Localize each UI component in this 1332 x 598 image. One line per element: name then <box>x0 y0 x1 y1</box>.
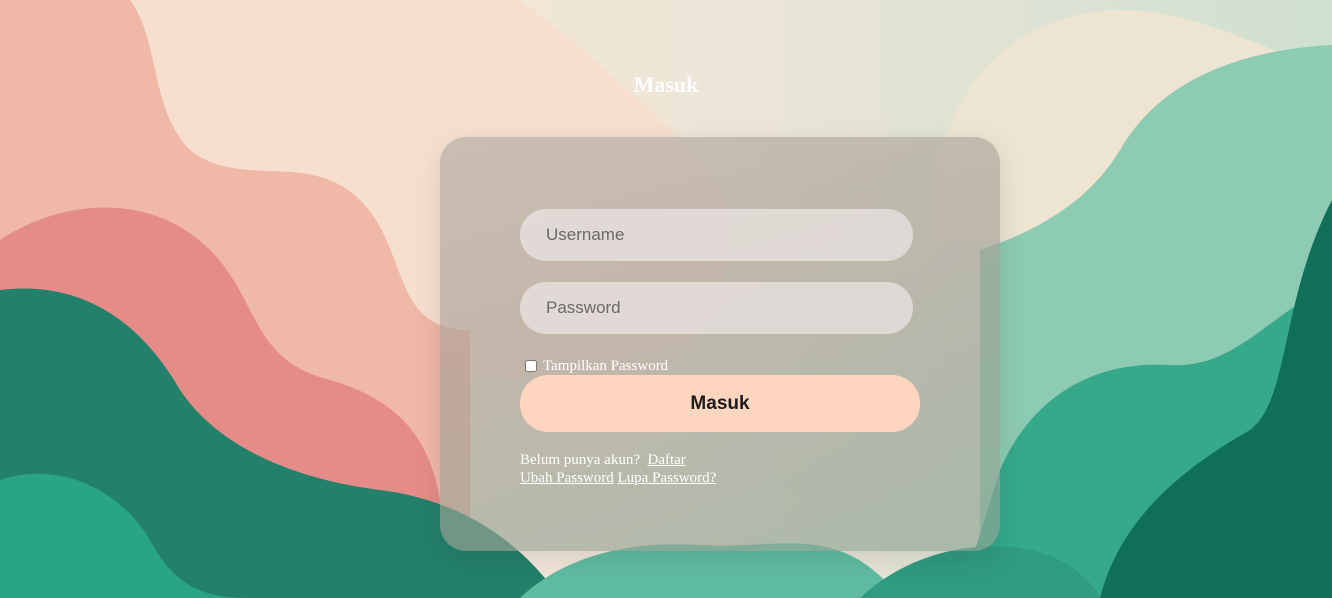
username-input[interactable] <box>520 209 913 261</box>
login-card: Tampilkan Password Masuk Belum punya aku… <box>440 137 1000 551</box>
no-account-text: Belum punya akun? <box>520 452 640 468</box>
card-frost-overlay <box>440 137 1000 551</box>
register-row: Belum punya akun? Daftar <box>520 451 716 469</box>
page-title: Masuk <box>633 72 699 97</box>
change-password-link[interactable]: Ubah Password <box>520 470 614 486</box>
register-link[interactable]: Daftar <box>647 452 685 468</box>
show-password-checkbox[interactable] <box>525 360 537 372</box>
password-links-row: Ubah Password Lupa Password? <box>520 469 716 487</box>
show-password-label: Tampilkan Password <box>543 357 669 374</box>
account-links: Belum punya akun? Daftar Ubah Password L… <box>520 451 716 487</box>
show-password-option[interactable]: Tampilkan Password <box>525 357 668 375</box>
forgot-password-link[interactable]: Lupa Password? <box>618 470 717 486</box>
login-button[interactable]: Masuk <box>520 375 920 432</box>
password-input[interactable] <box>520 282 913 334</box>
